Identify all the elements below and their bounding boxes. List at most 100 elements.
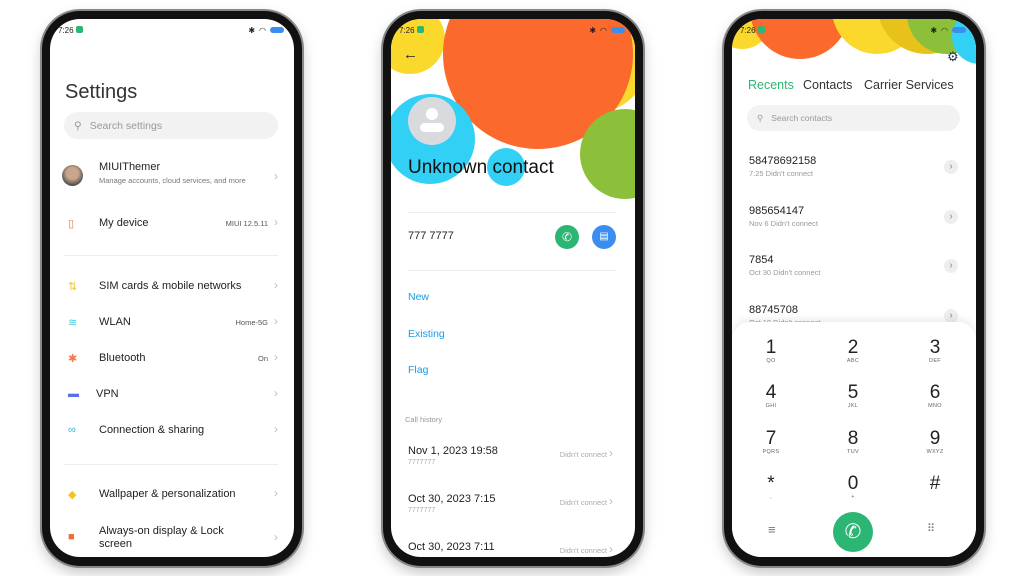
key-letters: ABC	[846, 358, 860, 364]
keypad-toggle-icon[interactable]: ⠿	[927, 522, 935, 535]
divider	[408, 270, 616, 271]
search-contacts-input[interactable]: ⚲ Search contacts	[747, 105, 960, 131]
key-digit: 7	[765, 428, 777, 449]
vpn-icon: ▬	[68, 388, 79, 400]
phone-number: 777 7777	[408, 230, 454, 242]
dialpad-key-8[interactable]: 8 TUV	[823, 429, 883, 456]
menu-icon[interactable]: ≡	[768, 522, 776, 537]
recent-number: 985654147	[749, 204, 805, 217]
settings-item[interactable]: ≋ WLAN Home-5G ›	[50, 314, 294, 346]
key-letters: +	[851, 494, 855, 500]
recent-detail-chevron-icon[interactable]: ›	[944, 160, 958, 174]
chevron-right-icon: ›	[274, 215, 278, 229]
account-row[interactable]: MIUIThemer Manage accounts, cloud servic…	[50, 159, 294, 199]
recent-call-row[interactable]: 58478692158 7:25 Didn't connect ›	[732, 155, 976, 195]
chevron-right-icon: ›	[274, 169, 278, 183]
settings-item[interactable]: ✱ Bluetooth On ›	[50, 350, 294, 382]
status-bar: 7:26 ✱ ◠	[58, 23, 284, 37]
phone-settings: 7:26 ✱ ◠ Settings ⚲ Search settings MIUITh…	[42, 11, 302, 566]
phone-dialer: 7:26 ✱ ◠ ⚙ Recents Contacts Carrier Service…	[724, 11, 984, 566]
bluetooth-icon: ✱	[68, 353, 78, 365]
dialpad-key-6[interactable]: 6 MNO	[905, 383, 965, 410]
avatar	[62, 165, 83, 186]
search-placeholder: Search settings	[89, 119, 163, 132]
settings-item[interactable]: ◆ Wallpaper & personalization ›	[50, 486, 294, 518]
divider	[408, 212, 616, 213]
dialpad-key-2[interactable]: 2 ABC	[823, 337, 883, 365]
dialer-screen: 7:26 ✱ ◠ ⚙ Recents Contacts Carrier Service…	[732, 19, 976, 557]
call-button[interactable]: ✆	[555, 225, 579, 249]
tab-carrier-services[interactable]: Carrier Services	[864, 78, 954, 92]
call-status: Didn't connect	[559, 498, 607, 507]
settings-item[interactable]: ∞ Connection & sharing ›	[50, 422, 294, 454]
dialpad-key-4[interactable]: 4 GHI	[741, 382, 801, 410]
phone-contact: 7:26 ✱ ◠ ← Unknown contact 777 7777 ✆ ▤ N…	[383, 11, 643, 566]
dialpad-key-1[interactable]: 1 QO	[741, 338, 801, 365]
notification-icon	[75, 25, 83, 33]
battery-icon	[270, 27, 284, 33]
settings-item-label: WLAN	[99, 316, 131, 328]
recent-detail-chevron-icon[interactable]: ›	[944, 209, 958, 224]
dialpad-key-7[interactable]: 7 PQRS	[741, 428, 801, 456]
search-input[interactable]: ⚲ Search settings	[64, 112, 278, 139]
recent-detail-chevron-icon[interactable]: ›	[944, 309, 958, 324]
settings-item[interactable]: ⇅ SIM cards & mobile networks ›	[50, 278, 294, 310]
wifi-status-icon: ◠	[941, 25, 948, 35]
notification-icon	[757, 25, 765, 33]
call-date: Oct 30, 2023 7:15	[408, 493, 496, 505]
settings-item-label: VPN	[96, 388, 119, 400]
key-digit: 3	[929, 337, 941, 358]
recent-detail: Oct 30 Didn't connect	[749, 268, 821, 278]
phone-icon: ▯	[68, 218, 75, 230]
dialpad-key-9[interactable]: 9 WXYZ	[905, 429, 965, 456]
message-button[interactable]: ▤	[592, 225, 616, 249]
call-status: Didn't connect	[559, 546, 607, 555]
recent-call-row[interactable]: 7854 Oct 30 Didn't connect ›	[732, 254, 976, 294]
chevron-right-icon: ›	[274, 530, 278, 544]
contact-action-flag[interactable]: Flag	[408, 364, 428, 376]
recent-number: 88745708	[749, 304, 798, 317]
settings-item[interactable]: ▯ My device MIUI 12.5.11 ›	[50, 215, 294, 247]
dialpad-key-3[interactable]: 3 DEF	[905, 337, 965, 365]
key-digit: 5	[847, 382, 859, 403]
key-letters: GHI	[765, 403, 777, 409]
chevron-right-icon: ›	[274, 350, 278, 364]
bluetooth-status-icon: ✱	[930, 25, 938, 35]
settings-gear-icon[interactable]: ⚙	[947, 49, 959, 65]
tab-contacts[interactable]: Contacts	[803, 78, 852, 92]
key-digit: 0	[847, 473, 859, 494]
contact-action-existing[interactable]: Existing	[408, 328, 445, 340]
settings-item[interactable]: ■ Always-on display & Lock screen ›	[50, 525, 294, 555]
settings-screen: 7:26 ✱ ◠ Settings ⚲ Search settings MIUITh…	[50, 19, 294, 557]
call-history-row[interactable]: Oct 30, 2023 7:11 Didn't connect ›	[391, 541, 635, 557]
wifi-icon: ≋	[68, 317, 78, 329]
call-history-label: Call history	[405, 415, 443, 424]
chevron-right-icon: ›	[274, 486, 278, 500]
dialpad-key-*[interactable]: *,	[741, 474, 801, 501]
wallpaper-icon: ◆	[68, 489, 77, 501]
key-letters: DEF	[929, 358, 941, 364]
account-subtitle: Manage accounts, cloud services, and mor…	[99, 176, 246, 185]
key-digit: 2	[847, 337, 859, 358]
call-history-row[interactable]: Nov 1, 2023 19:58 7777777 Didn't connect ›	[391, 445, 635, 485]
chevron-right-icon: ›	[609, 542, 613, 556]
key-letters: WXYZ	[926, 449, 944, 455]
status-bar: 7:26 ✱ ◠	[740, 23, 966, 37]
tab-recents[interactable]: Recents	[748, 78, 794, 92]
dialpad-key-0[interactable]: 0 +	[823, 473, 883, 501]
recent-call-row[interactable]: 985654147 Nov 6 Didn't connect ›	[732, 205, 976, 245]
sim-arrows-icon: ⇅	[68, 281, 78, 293]
call-history-row[interactable]: Oct 30, 2023 7:15 7777777 Didn't connect ›	[391, 493, 635, 533]
contact-action-new[interactable]: New	[408, 291, 429, 303]
dial-call-button[interactable]: ✆	[833, 512, 873, 552]
dialpad-key-5[interactable]: 5 JKL	[823, 382, 883, 410]
chevron-right-icon: ›	[274, 314, 278, 328]
settings-item[interactable]: ▬ VPN ›	[50, 386, 294, 418]
key-digit: 4	[765, 382, 777, 403]
recent-detail-chevron-icon[interactable]: ›	[944, 259, 958, 274]
key-digit: #	[929, 473, 941, 494]
back-arrow-icon[interactable]: ←	[403, 46, 418, 63]
settings-item-value: On	[257, 354, 268, 363]
dialpad-key-#[interactable]: #	[905, 474, 965, 494]
call-date: Nov 1, 2023 19:58	[408, 445, 498, 457]
